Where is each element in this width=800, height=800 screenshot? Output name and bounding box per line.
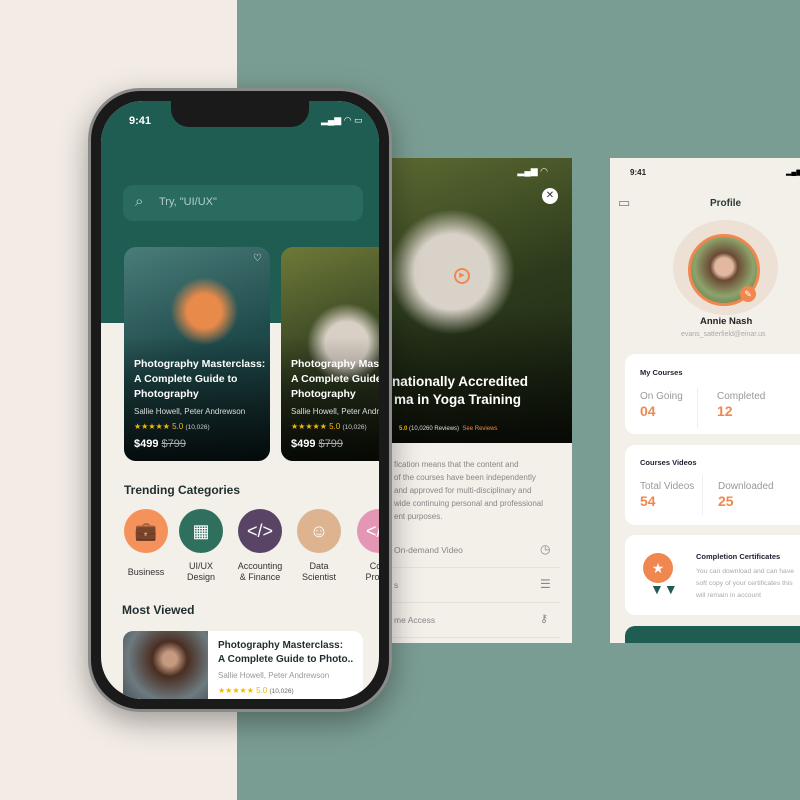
section-title: Trending Categories bbox=[124, 483, 241, 497]
category-uiux[interactable]: ▦ bbox=[179, 509, 223, 553]
play-icon[interactable]: ▶ bbox=[454, 268, 470, 284]
category-accounting[interactable]: </> bbox=[238, 509, 282, 553]
feature-row: s ☰ bbox=[372, 568, 560, 603]
key-icon: ⚷ bbox=[540, 613, 549, 625]
detail-title-2: ma in Yoga Training bbox=[394, 392, 522, 407]
search-icon: ⌕ bbox=[135, 193, 144, 210]
phone-frame: 9:41 ▂▄▆ ◠ ▭ ⌕ Try, "UI/UX" ♡ Photograph… bbox=[88, 88, 392, 712]
award-badge-icon: ★ bbox=[643, 553, 673, 583]
price: $499 bbox=[134, 438, 159, 450]
edit-avatar-button[interactable]: ✎ bbox=[740, 286, 756, 302]
signal-icon: ▂▄▆ bbox=[786, 169, 800, 176]
feature-row: me Access ⚷ bbox=[372, 603, 560, 638]
course-videos-card[interactable]: Courses Videos Total Videos 54 Downloade… bbox=[625, 445, 800, 525]
my-courses-card[interactable]: My Courses On Going 04 Completed 12 bbox=[625, 354, 800, 434]
detail-rating-row: 5.0 (10,0260 Reviews) See Reviews bbox=[399, 426, 497, 432]
primary-button[interactable] bbox=[625, 626, 800, 643]
heart-icon[interactable]: ♡ bbox=[253, 253, 262, 264]
certificates-card[interactable]: ★ ▼▼ Completion Certificates You can dow… bbox=[625, 535, 800, 615]
rating: 5.0 bbox=[399, 426, 408, 432]
home-screen: 9:41 ▂▄▆ ◠ ▭ ⌕ Try, "UI/UX" ♡ Photograph… bbox=[101, 101, 379, 699]
profile-screen: 9:41 ▂▄▆ ▭ Profile ✎ Annie Nash evans_sa… bbox=[610, 158, 800, 643]
course-detail-screen: ▂▄▆ ◠ ✕ ▶ nationally Accredited ma in Yo… bbox=[372, 158, 572, 643]
status-icons: ▂▄▆ ◠ bbox=[517, 166, 548, 176]
user-name: Annie Nash bbox=[700, 316, 753, 327]
search-placeholder: Try, "UI/UX" bbox=[159, 196, 217, 208]
chat-icon[interactable]: ▭ bbox=[618, 195, 630, 211]
user-email: evans_satterfield@einar.us bbox=[681, 331, 766, 338]
page-title: Profile bbox=[710, 198, 742, 209]
reviews: (10,0260 Reviews) bbox=[409, 426, 460, 432]
clock-icon: ◷ bbox=[540, 542, 551, 556]
status-time: 9:41 bbox=[129, 115, 152, 127]
course-thumbnail bbox=[123, 631, 208, 699]
featured-course-card[interactable]: ♡ Photography Masterclass: A Complete Gui… bbox=[124, 247, 270, 461]
status-time: 9:41 bbox=[630, 168, 647, 177]
detail-title-1: nationally Accredited bbox=[392, 374, 529, 389]
status-icons: ▂▄▆ ◠ ▭ bbox=[321, 115, 363, 125]
most-viewed-item[interactable]: Photography Masterclass: A Complete Guide… bbox=[123, 631, 363, 699]
layers-icon: ☰ bbox=[540, 577, 551, 591]
category-business[interactable]: 💼 bbox=[124, 509, 168, 553]
category-coding[interactable]: </> bbox=[357, 509, 379, 553]
category-data-scientist[interactable]: ☺ bbox=[297, 509, 341, 553]
old-price: $799 bbox=[161, 438, 187, 450]
search-input[interactable]: ⌕ Try, "UI/UX" bbox=[123, 185, 363, 221]
feature-row: On-demand Video ◷ bbox=[372, 533, 560, 568]
close-button[interactable]: ✕ bbox=[542, 188, 558, 204]
detail-description: fication means that the content and of th… bbox=[394, 460, 543, 521]
featured-course-card[interactable]: Photography Masterclass:A Complete Guide… bbox=[281, 247, 379, 461]
see-reviews-link[interactable]: See Reviews bbox=[462, 426, 497, 432]
section-title: Most Viewed bbox=[122, 603, 195, 617]
